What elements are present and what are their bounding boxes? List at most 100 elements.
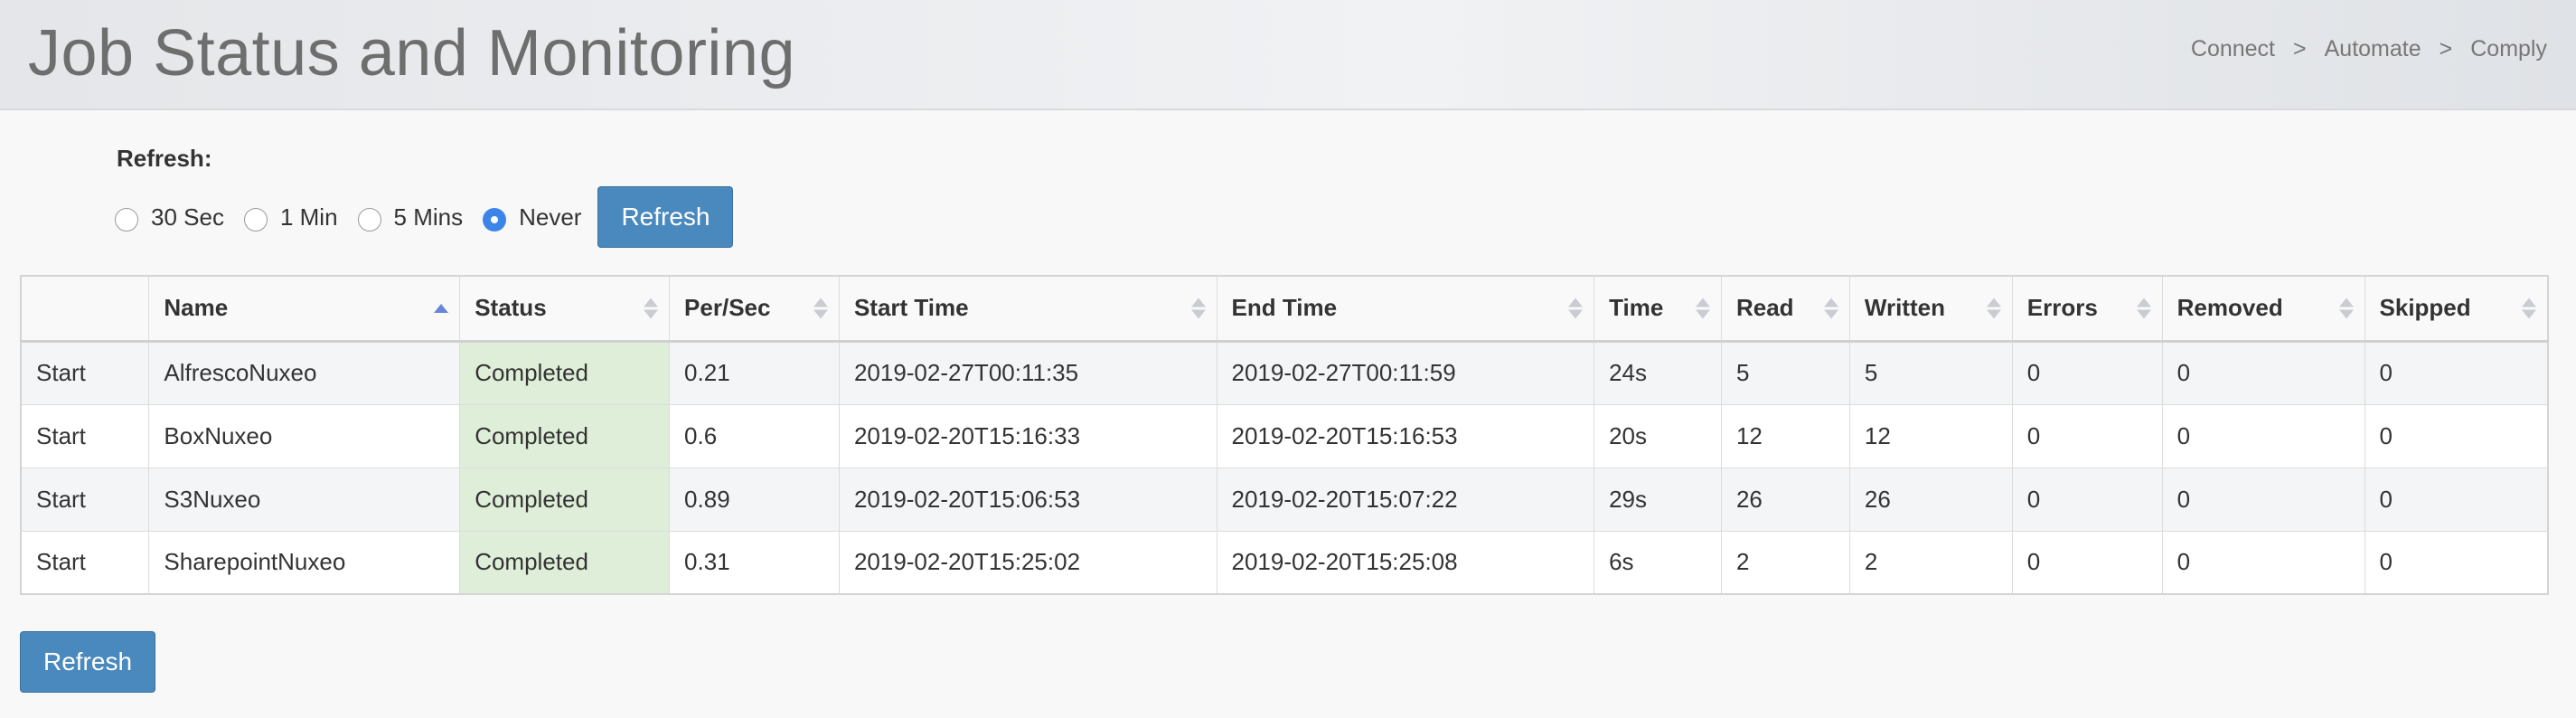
breadcrumb-connect[interactable]: Connect	[2191, 36, 2275, 62]
column-header-label: Skipped	[2379, 294, 2471, 322]
refresh-label: Refresh:	[117, 145, 212, 172]
radio-label: Never	[519, 203, 582, 231]
removed-count-link[interactable]: 0	[2161, 530, 2365, 595]
refresh-controls: Refresh:	[117, 145, 212, 173]
written-count-link[interactable]: 5	[1848, 340, 2013, 405]
column-header-label: Start Time	[853, 294, 969, 322]
sort-ascending-icon	[434, 303, 449, 313]
status-cell: Completed	[459, 403, 671, 468]
breadcrumb-separator: >	[2439, 36, 2453, 61]
skipped-count-link[interactable]: 0	[2364, 403, 2549, 468]
refresh-button-bottom[interactable]: Refresh	[20, 631, 155, 693]
skipped-count-link[interactable]: 0	[2364, 530, 2549, 595]
column-header-label: End Time	[1231, 294, 1338, 322]
removed-count-link[interactable]: 0	[2161, 340, 2365, 405]
read-count-link[interactable]: 5	[1720, 340, 1850, 405]
breadcrumb-automate[interactable]: Automate	[2325, 36, 2421, 62]
table-header-row: Name Status Per/Sec Start Time End Time …	[20, 275, 2549, 343]
refresh-button[interactable]: Refresh	[597, 186, 734, 248]
sort-icon	[2522, 298, 2536, 319]
column-header-label: Read	[1735, 294, 1794, 322]
column-header-read[interactable]: Read	[1720, 275, 1850, 343]
column-header-name[interactable]: Name	[148, 275, 461, 343]
start-link[interactable]: Start	[20, 403, 150, 468]
per-sec-cell: 0.21	[669, 340, 840, 405]
radio-label: 30 Sec	[151, 203, 224, 231]
start-link[interactable]: Start	[20, 340, 150, 405]
column-header-status[interactable]: Status	[459, 275, 671, 343]
errors-count-link[interactable]: 0	[2011, 467, 2163, 532]
refresh-option-never[interactable]: Never	[483, 203, 581, 231]
start-time-cell: 2019-02-27T00:11:35	[838, 340, 1217, 405]
column-header-label: Per/Sec	[684, 294, 771, 322]
start-link[interactable]: Start	[20, 530, 150, 595]
table-row: Start AlfrescoNuxeo Completed 0.21 2019-…	[20, 340, 2549, 405]
page-title: Job Status and Monitoring	[28, 17, 796, 90]
time-cell: 24s	[1594, 340, 1722, 405]
column-header-action	[20, 275, 150, 343]
written-count-link[interactable]: 26	[1848, 467, 2013, 532]
start-link[interactable]: Start	[20, 467, 150, 532]
column-header-time[interactable]: Time	[1594, 275, 1722, 343]
errors-count-link[interactable]: 0	[2011, 340, 2163, 405]
radio-30-sec[interactable]	[115, 208, 138, 231]
removed-count-link[interactable]: 0	[2161, 467, 2365, 532]
breadcrumb: Connect > Automate > Comply	[2191, 36, 2547, 62]
table-row: Start SharepointNuxeo Completed 0.31 201…	[20, 530, 2549, 595]
column-header-label: Status	[475, 294, 547, 322]
column-header-end-time[interactable]: End Time	[1216, 275, 1595, 343]
removed-count-link[interactable]: 0	[2161, 403, 2365, 468]
sort-icon	[1190, 298, 1206, 319]
written-count-link[interactable]: 12	[1848, 403, 2013, 468]
sort-icon	[644, 298, 659, 319]
table-row: Start S3Nuxeo Completed 0.89 2019-02-20T…	[20, 467, 2549, 532]
column-header-skipped[interactable]: Skipped	[2364, 275, 2549, 343]
radio-1-min[interactable]	[243, 208, 268, 231]
column-header-start-time[interactable]: Start Time	[838, 275, 1217, 343]
job-status-table: Name Status Per/Sec Start Time End Time …	[20, 275, 2549, 595]
radio-never[interactable]	[483, 208, 507, 231]
start-time-cell: 2019-02-20T15:25:02	[838, 530, 1217, 595]
column-header-removed[interactable]: Removed	[2161, 275, 2365, 343]
sort-icon	[2136, 298, 2151, 319]
skipped-count-link[interactable]: 0	[2364, 340, 2549, 405]
start-time-cell: 2019-02-20T15:16:33	[838, 403, 1217, 468]
table-row: Start BoxNuxeo Completed 0.6 2019-02-20T…	[20, 403, 2549, 468]
refresh-option-1-min[interactable]: 1 Min	[243, 203, 338, 231]
end-time-cell: 2019-02-20T15:25:08	[1216, 530, 1595, 595]
job-name-link[interactable]: AlfrescoNuxeo	[148, 340, 461, 405]
time-cell: 20s	[1594, 403, 1722, 468]
status-cell: Completed	[459, 340, 671, 405]
job-name-link[interactable]: S3Nuxeo	[148, 467, 461, 532]
refresh-option-5-mins[interactable]: 5 Mins	[357, 203, 463, 231]
errors-count-link[interactable]: 0	[2011, 530, 2163, 595]
job-name-link[interactable]: SharepointNuxeo	[148, 530, 461, 595]
radio-5-mins[interactable]	[357, 208, 381, 231]
column-header-per-sec[interactable]: Per/Sec	[669, 275, 840, 343]
column-header-label: Removed	[2176, 294, 2283, 322]
job-name-link[interactable]: BoxNuxeo	[148, 403, 461, 468]
sort-icon	[813, 298, 828, 319]
time-cell: 29s	[1594, 467, 1722, 532]
refresh-interval-group: 30 Sec 1 Min 5 Mins Never Refresh	[115, 186, 734, 248]
breadcrumb-comply[interactable]: Comply	[2470, 36, 2547, 62]
skipped-count-link[interactable]: 0	[2364, 467, 2549, 532]
read-count-link[interactable]: 26	[1720, 467, 1850, 532]
per-sec-cell: 0.31	[669, 530, 840, 595]
written-count-link[interactable]: 2	[1848, 530, 2013, 595]
sort-icon	[2338, 298, 2354, 319]
column-header-written[interactable]: Written	[1848, 275, 2013, 343]
refresh-option-30-sec[interactable]: 30 Sec	[115, 203, 224, 231]
per-sec-cell: 0.89	[669, 467, 840, 532]
status-cell: Completed	[459, 530, 671, 595]
status-cell: Completed	[459, 467, 671, 532]
end-time-cell: 2019-02-20T15:07:22	[1216, 467, 1595, 532]
column-header-errors[interactable]: Errors	[2011, 275, 2163, 343]
read-count-link[interactable]: 12	[1720, 403, 1850, 468]
column-header-label: Name	[164, 294, 229, 322]
column-header-label: Time	[1609, 294, 1664, 322]
errors-count-link[interactable]: 0	[2011, 403, 2163, 468]
read-count-link[interactable]: 2	[1720, 530, 1850, 595]
end-time-cell: 2019-02-20T15:16:53	[1216, 403, 1595, 468]
page-header: Job Status and Monitoring Connect > Auto…	[0, 0, 2576, 110]
